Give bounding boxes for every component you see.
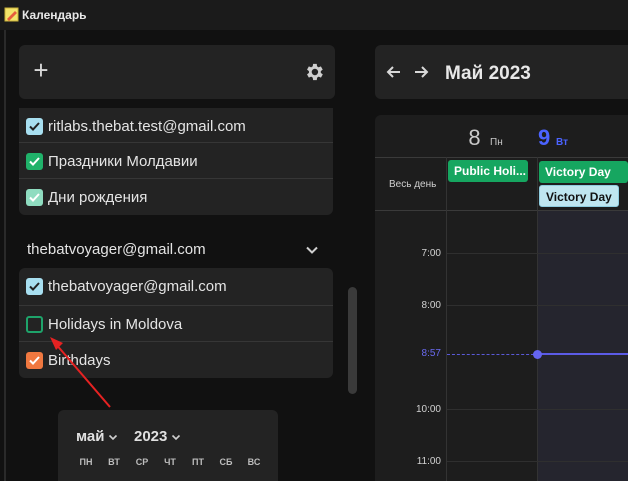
year-select[interactable]: 2023 <box>134 428 181 445</box>
calendar-item[interactable]: Holidays in Moldova <box>19 305 333 342</box>
weekday-label: СР <box>135 457 149 467</box>
checkbox-checked[interactable] <box>26 152 43 170</box>
weekday-label: ВС <box>247 457 261 467</box>
weekday-label: ЧТ <box>164 457 176 467</box>
checkbox-unchecked[interactable] <box>26 315 43 333</box>
chevron-down-icon[interactable] <box>305 243 319 257</box>
month-select[interactable]: май <box>76 428 118 445</box>
event-victory-day[interactable]: Victory Day <box>539 161 628 183</box>
check-icon <box>29 122 40 131</box>
sidebar-scrollbar[interactable] <box>348 287 357 394</box>
calendar-list-group-2: thebatvoyager@gmail.com Holidays in Mold… <box>19 268 333 378</box>
calendar-item[interactable]: Праздники Молдавии <box>19 142 333 179</box>
time-label: 7:00 <box>421 248 441 259</box>
check-icon <box>29 355 40 365</box>
arrow-left-icon[interactable] <box>385 63 403 81</box>
event-public-holiday[interactable]: Public Holi... <box>448 160 528 182</box>
calendar-navigation: Май 2023 <box>375 45 628 99</box>
calendar-label: Holidays in Moldova <box>48 315 183 333</box>
all-day-label: Весь день <box>389 179 437 190</box>
calendar-label: Birthdays <box>48 351 111 369</box>
weekday-header: ПН ВТ СР ЧТ ПТ СБ ВС <box>72 457 272 467</box>
calendar-label: ritlabs.thebat.test@gmail.com <box>48 118 246 135</box>
hour-line <box>447 253 628 254</box>
hour-line <box>447 461 628 462</box>
column-divider <box>537 157 538 481</box>
day-header-tuesday[interactable]: 9 Вт <box>538 115 628 157</box>
column-divider <box>446 157 447 481</box>
sidebar-toolbar: + <box>19 45 335 99</box>
hour-line <box>447 409 628 410</box>
gear-icon[interactable] <box>303 61 325 83</box>
month-label: май <box>76 428 105 445</box>
today-column-highlight <box>538 211 628 481</box>
hour-line <box>447 305 628 306</box>
day-name: Вт <box>556 137 568 148</box>
add-calendar-button[interactable]: + <box>30 56 52 86</box>
chevron-down-icon <box>172 434 181 440</box>
day-header-monday[interactable]: 8 Пн <box>447 115 537 157</box>
calendar-label: thebatvoyager@gmail.com <box>48 278 227 295</box>
chevron-down-icon <box>109 434 118 440</box>
check-icon <box>29 282 40 291</box>
account-name[interactable]: thebatvoyager@gmail.com <box>27 241 206 258</box>
time-label: 10:00 <box>415 404 441 415</box>
week-view: 8 Пн 9 Вт Весь день Public Holi... Victo… <box>375 115 628 481</box>
current-time-indicator <box>538 353 628 355</box>
time-label: 11:00 <box>416 456 441 467</box>
calendar-label: Праздники Молдавии <box>48 152 198 170</box>
divider <box>375 157 628 158</box>
day-number: 9 <box>538 125 551 150</box>
calendar-item[interactable]: Birthdays <box>19 341 333 378</box>
check-icon <box>29 156 40 166</box>
calendar-item[interactable]: Дни рождения <box>19 178 333 215</box>
weekday-label: СБ <box>219 457 233 467</box>
title-bar: Календарь <box>0 0 628 30</box>
calendar-item[interactable]: thebatvoyager@gmail.com <box>19 268 333 305</box>
day-name: Пн <box>490 137 503 148</box>
current-time-dot <box>533 350 542 359</box>
divider <box>375 210 628 211</box>
year-label: 2023 <box>134 428 168 445</box>
time-label: 8:00 <box>421 300 441 311</box>
weekday-label: ПТ <box>192 457 204 467</box>
weekday-label: ПН <box>79 457 93 467</box>
checkbox-checked[interactable] <box>26 278 43 295</box>
weekday-label: ВТ <box>108 457 120 467</box>
calendar-item[interactable]: ritlabs.thebat.test@gmail.com <box>19 108 333 145</box>
mini-calendar: май 2023 ПН ВТ СР ЧТ ПТ СБ ВС <box>58 410 278 481</box>
calendar-label: Дни рождения <box>48 188 148 206</box>
page-title: Май 2023 <box>445 63 531 84</box>
event-victory-day[interactable]: Victory Day <box>539 185 619 207</box>
current-time-label: 8:57 <box>421 348 441 359</box>
window-edge <box>4 30 6 481</box>
checkbox-checked[interactable] <box>26 118 43 135</box>
window-title: Календарь <box>22 8 87 22</box>
check-icon <box>29 192 40 202</box>
notepad-pencil-icon <box>4 7 19 22</box>
checkbox-checked[interactable] <box>26 188 43 206</box>
checkbox-checked[interactable] <box>26 351 43 369</box>
arrow-right-icon[interactable] <box>412 63 430 81</box>
calendar-list-group-1: ritlabs.thebat.test@gmail.com Праздники … <box>19 108 333 215</box>
